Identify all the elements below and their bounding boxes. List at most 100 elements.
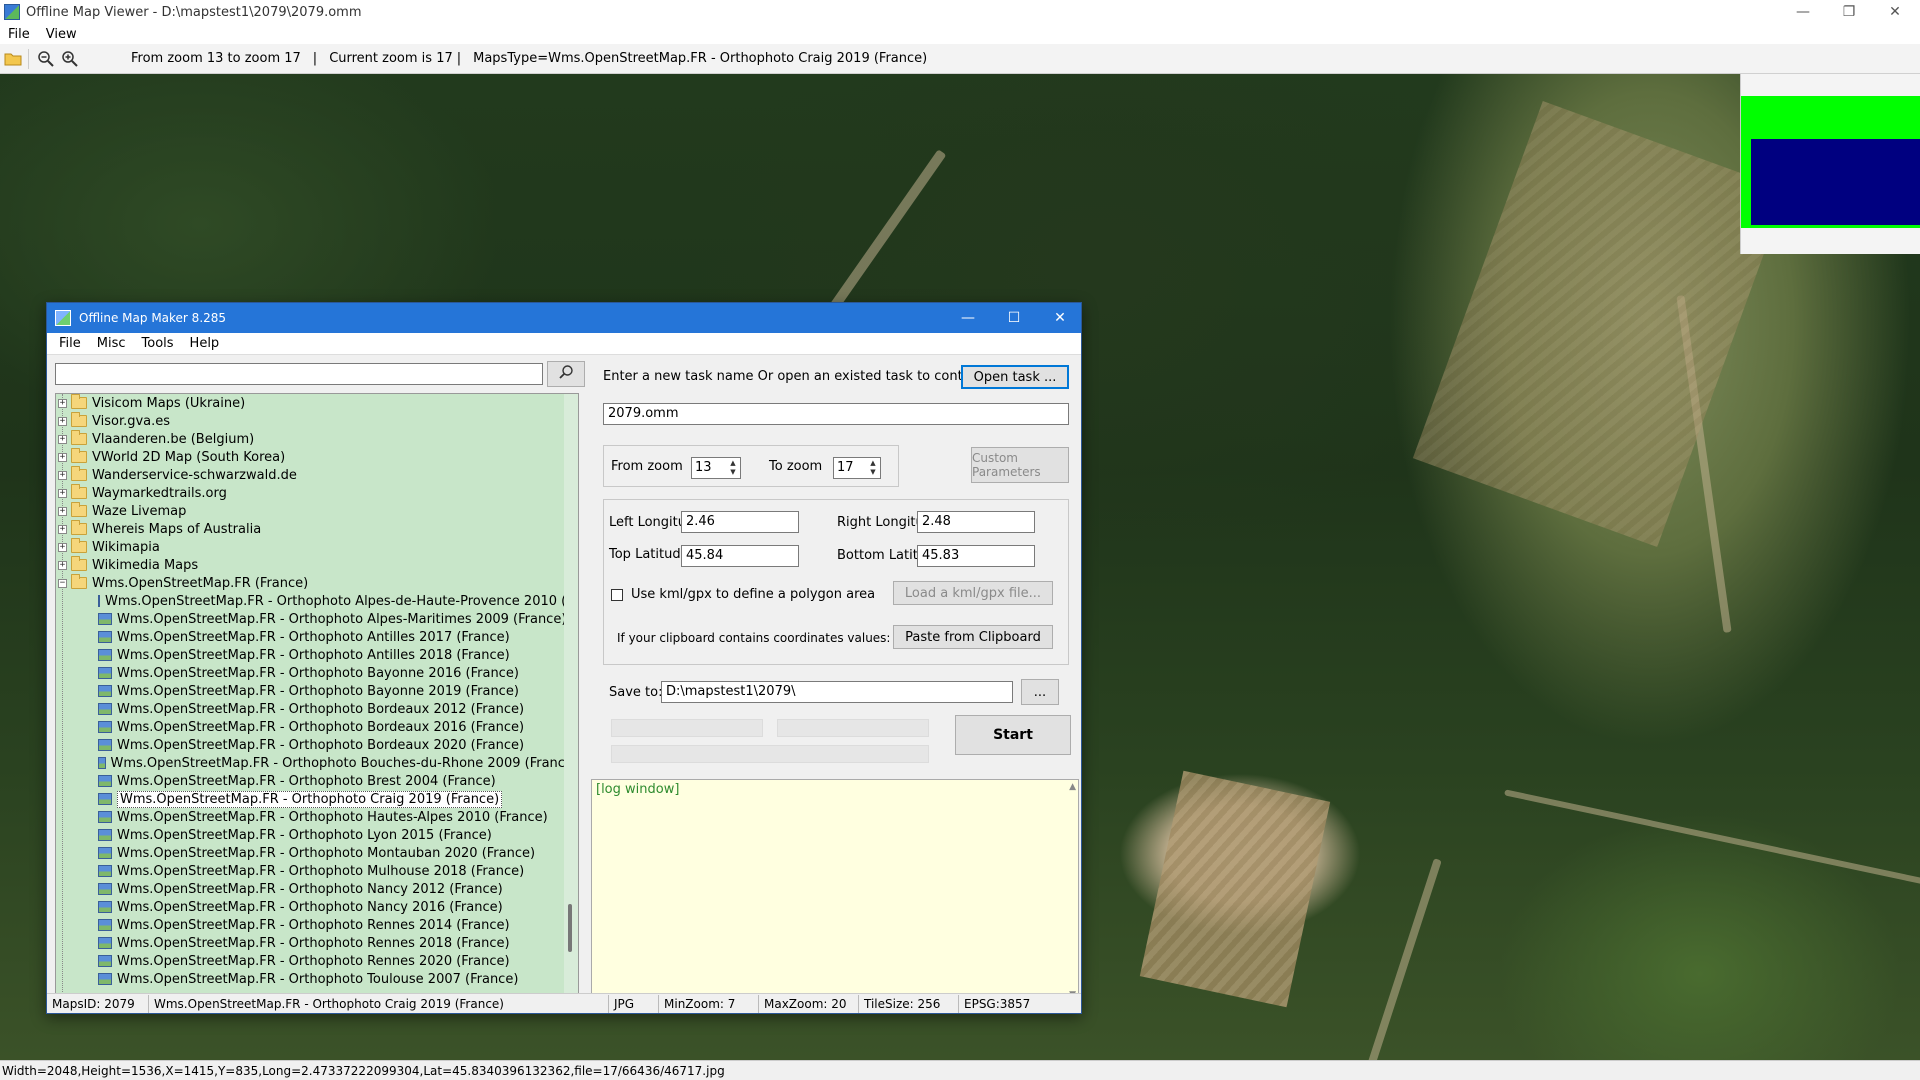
tree-map-item[interactable]: Wms.OpenStreetMap.FR - Orthophoto Bayonn…: [56, 664, 578, 682]
minimize-button[interactable]: —: [1780, 0, 1826, 24]
tree-map-item[interactable]: Wms.OpenStreetMap.FR - Orthophoto Antill…: [56, 646, 578, 664]
search-button[interactable]: [547, 361, 585, 387]
log-window[interactable]: [log window] ▲ ▼: [591, 779, 1079, 1003]
search-input[interactable]: [55, 363, 543, 385]
zoom-in-icon[interactable]: [59, 48, 81, 70]
tree-folder[interactable]: + Visor.gva.es: [56, 412, 578, 430]
close-button[interactable]: ✕: [1872, 0, 1918, 24]
custom-parameters-button[interactable]: Custom Parameters: [971, 447, 1069, 483]
tree-folder[interactable]: + VWorld 2D Map (South Korea): [56, 448, 578, 466]
tree-map-item[interactable]: Wms.OpenStreetMap.FR - Orthophoto Rennes…: [56, 952, 578, 970]
dialog-title-bar[interactable]: Offline Map Maker 8.285 — ☐ ✕: [47, 303, 1081, 333]
tree-map-item[interactable]: Wms.OpenStreetMap.FR - Orthophoto Antill…: [56, 628, 578, 646]
tree-scroll-thumb[interactable]: [568, 904, 572, 952]
tree-folder[interactable]: + Wikimedia Maps: [56, 556, 578, 574]
expand-icon[interactable]: +: [58, 416, 67, 426]
map-source-tree[interactable]: + Visicom Maps (Ukraine) + Visor.gva.es + Vla…: [55, 393, 579, 995]
expand-icon[interactable]: +: [58, 452, 67, 462]
tree-map-item[interactable]: Wms.OpenStreetMap.FR - Orthophoto Bordea…: [56, 736, 578, 754]
top-latitude-input[interactable]: 45.84: [681, 545, 799, 567]
dialog-menu-help[interactable]: Help: [182, 336, 228, 351]
expand-icon[interactable]: +: [58, 542, 67, 552]
paste-clipboard-button[interactable]: Paste from Clipboard: [893, 625, 1053, 649]
open-task-button[interactable]: Open task ...: [961, 365, 1069, 389]
expand-icon[interactable]: +: [58, 398, 67, 408]
tree-map-item[interactable]: Wms.OpenStreetMap.FR - Orthophoto Bayonn…: [56, 682, 578, 700]
map-source-icon: [98, 685, 112, 697]
tree-map-item[interactable]: Wms.OpenStreetMap.FR - Orthophoto Alpes-…: [56, 610, 578, 628]
restore-button[interactable]: ❐: [1826, 0, 1872, 24]
tree-map-item[interactable]: Wms.OpenStreetMap.FR - Orthophoto Bouche…: [56, 754, 578, 772]
chevron-up-icon[interactable]: ▲: [730, 459, 735, 468]
tree-map-label: Wms.OpenStreetMap.FR - Orthophoto Bouche…: [110, 755, 579, 771]
tree-folder[interactable]: + Visicom Maps (Ukraine): [56, 394, 578, 412]
menu-file[interactable]: File: [0, 27, 38, 42]
tree-map-item[interactable]: Wms.OpenStreetMap.FR - Orthophoto Rennes…: [56, 934, 578, 952]
dialog-menu-misc[interactable]: Misc: [89, 336, 134, 351]
tree-map-item[interactable]: Wms.OpenStreetMap.FR - Orthophoto Nancy …: [56, 898, 578, 916]
right-longitude-input[interactable]: 2.48: [917, 511, 1035, 533]
tree-map-item[interactable]: Wms.OpenStreetMap.FR - Orthophoto Mulhou…: [56, 862, 578, 880]
folder-open-icon[interactable]: [2, 48, 24, 70]
tree-folder[interactable]: + Wanderservice-schwarzwald.de: [56, 466, 578, 484]
dialog-close-button[interactable]: ✕: [1037, 303, 1083, 333]
progress-bar-2: [777, 719, 929, 737]
folder-icon: [71, 556, 87, 571]
save-path-input[interactable]: D:\mapstest1\2079\: [661, 681, 1013, 703]
tree-folder[interactable]: + Whereis Maps of Australia: [56, 520, 578, 538]
bottom-latitude-input[interactable]: 45.83: [917, 545, 1035, 567]
expand-icon[interactable]: +: [58, 524, 67, 534]
tree-map-item[interactable]: Wms.OpenStreetMap.FR - Orthophoto Montau…: [56, 844, 578, 862]
dialog-menu-tools[interactable]: Tools: [134, 336, 182, 351]
tree-folder[interactable]: + Vlaanderen.be (Belgium): [56, 430, 578, 448]
overview-viewport[interactable]: [1751, 139, 1920, 225]
overview-map[interactable]: [1740, 74, 1920, 254]
chevron-up-icon[interactable]: ▲: [870, 459, 875, 468]
zoom-out-icon[interactable]: [35, 48, 57, 70]
tree-map-item[interactable]: Wms.OpenStreetMap.FR - Orthophoto Craig …: [56, 790, 578, 808]
tree-map-label: Wms.OpenStreetMap.FR - Orthophoto Antill…: [117, 647, 510, 663]
tree-map-item[interactable]: Wms.OpenStreetMap.FR - Orthophoto Hautes…: [56, 808, 578, 826]
load-kml-button[interactable]: Load a kml/gpx file...: [893, 581, 1053, 605]
browse-button[interactable]: ...: [1021, 679, 1059, 705]
expand-icon[interactable]: +: [58, 506, 67, 516]
tree-map-item[interactable]: Wms.OpenStreetMap.FR - Orthophoto Toulou…: [56, 970, 578, 988]
tree-map-item[interactable]: Wms.OpenStreetMap.FR - Orthophoto Brest …: [56, 772, 578, 790]
tree-folder-label: Wikimapia: [92, 539, 160, 555]
dialog-minimize-button[interactable]: —: [945, 303, 991, 333]
dialog-menu-file[interactable]: File: [51, 336, 89, 351]
tree-folder[interactable]: + Wikimapia: [56, 538, 578, 556]
folder-icon: [71, 412, 87, 427]
collapse-icon[interactable]: −: [58, 578, 67, 588]
expand-icon[interactable]: +: [58, 434, 67, 444]
expand-icon[interactable]: +: [58, 560, 67, 570]
task-name-input[interactable]: 2079.omm: [603, 403, 1069, 425]
tree-map-item[interactable]: Wms.OpenStreetMap.FR - Orthophoto Nancy …: [56, 880, 578, 898]
chevron-down-icon[interactable]: ▼: [870, 468, 875, 477]
map-source-icon: [98, 901, 112, 913]
map-track: [1366, 858, 1442, 1060]
expand-icon[interactable]: +: [58, 470, 67, 480]
tree-map-item[interactable]: Wms.OpenStreetMap.FR - Orthophoto Rennes…: [56, 916, 578, 934]
tree-scrollbar[interactable]: [564, 394, 578, 994]
expand-icon[interactable]: +: [58, 488, 67, 498]
to-zoom-label: To zoom: [769, 459, 823, 474]
map-source-icon: [98, 919, 112, 931]
from-zoom-stepper[interactable]: 13 ▲ ▼: [691, 457, 741, 479]
scroll-up-icon[interactable]: ▲: [1069, 782, 1076, 792]
tree-folder[interactable]: + Waze Livemap: [56, 502, 578, 520]
tree-map-item[interactable]: Wms.OpenStreetMap.FR - Orthophoto Bordea…: [56, 718, 578, 736]
to-zoom-stepper[interactable]: 17 ▲ ▼: [833, 457, 881, 479]
menu-view[interactable]: View: [38, 27, 85, 42]
left-longitude-input[interactable]: 2.46: [681, 511, 799, 533]
tree-map-item[interactable]: Wms.OpenStreetMap.FR - Orthophoto Bordea…: [56, 700, 578, 718]
tree-map-item[interactable]: Wms.OpenStreetMap.FR - Orthophoto Alpes-…: [56, 592, 578, 610]
start-button[interactable]: Start: [955, 715, 1071, 755]
tree-map-label: Wms.OpenStreetMap.FR - Orthophoto Lyon 2…: [117, 827, 492, 843]
kml-polygon-checkbox[interactable]: [611, 589, 623, 601]
chevron-down-icon[interactable]: ▼: [730, 468, 735, 477]
tree-folder-open[interactable]: − Wms.OpenStreetMap.FR (France): [56, 574, 578, 592]
dialog-maximize-button[interactable]: ☐: [991, 303, 1037, 333]
tree-folder[interactable]: + Waymarkedtrails.org: [56, 484, 578, 502]
tree-map-item[interactable]: Wms.OpenStreetMap.FR - Orthophoto Lyon 2…: [56, 826, 578, 844]
